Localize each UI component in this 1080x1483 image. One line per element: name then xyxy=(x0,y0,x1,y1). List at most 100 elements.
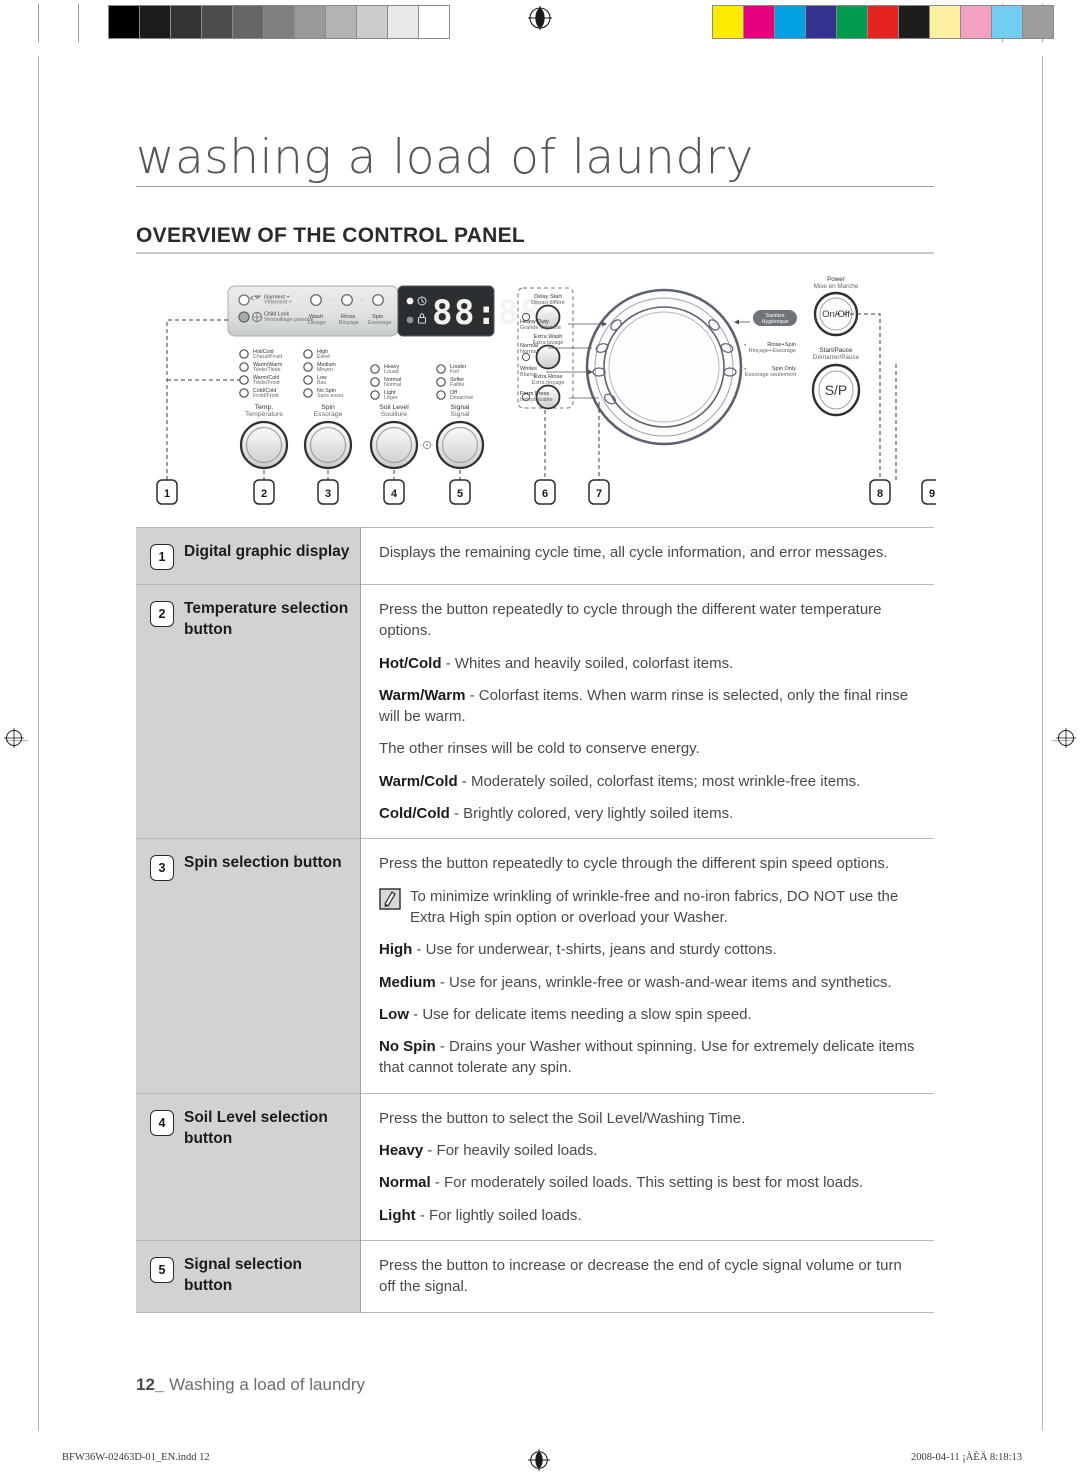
registration-target-left xyxy=(4,728,28,752)
svg-text:Soil Level: Soil Level xyxy=(379,404,409,411)
svg-text:Sans essor: Sans essor xyxy=(317,393,344,399)
callout-4: 4 xyxy=(383,479,405,505)
svg-text:Fort: Fort xyxy=(450,369,460,375)
svg-text:Signal: Signal xyxy=(451,411,470,418)
description-paragraph: Warm/Cold - Moderately soiled, colorfast… xyxy=(379,772,861,790)
svg-text:Léger: Léger xyxy=(384,395,398,401)
crop-line-left xyxy=(38,56,39,1431)
gray-swatch-3 xyxy=(202,6,233,38)
description-paragraph: Low - Use for delicate items needing a s… xyxy=(379,1005,752,1023)
registration-target-top xyxy=(528,6,552,30)
start-pause-button-group: Start/Pause Démarrer/Pause S/P xyxy=(811,347,861,417)
panel-top-strip: Garment + Vêtement + Child Lock Verrouil… xyxy=(227,285,399,337)
row-description-cell: Displays the remaining cycle time, all c… xyxy=(360,527,934,585)
color-swatch-10 xyxy=(1023,6,1053,38)
option-name: High xyxy=(379,941,413,959)
svg-text:Élevé: Élevé xyxy=(317,353,330,360)
svg-text:Start/Pause: Start/Pause xyxy=(820,347,853,354)
control-panel-description-table: 1 Digital graphic display Displays the rem… xyxy=(136,527,934,1313)
svg-text:Faible: Faible xyxy=(450,382,464,388)
gray-swatch-6 xyxy=(295,6,326,38)
row-number-badge: 4 xyxy=(150,1109,174,1136)
row-label-cell: 5 Signal selection button xyxy=(136,1240,361,1313)
registration-target-right xyxy=(1056,728,1080,752)
gray-swatch-7 xyxy=(326,6,357,38)
callout-9: 9 xyxy=(921,479,936,505)
color-swatch-9 xyxy=(992,6,1023,38)
gray-swatch-4 xyxy=(233,6,264,38)
description-paragraph: No Spin - Drains your Washer without spi… xyxy=(379,1038,915,1077)
callout-3: 3 xyxy=(317,479,339,505)
table-row: 1 Digital graphic display Displays the rem… xyxy=(136,527,934,585)
description-paragraph: Medium - Use for jeans, wrinkle-free or … xyxy=(379,973,892,991)
svg-text:Rinçage: Rinçage xyxy=(339,320,360,326)
svg-text:S/P: S/P xyxy=(825,382,848,398)
svg-text:Louad: Louad xyxy=(384,369,399,375)
color-swatch-3 xyxy=(806,6,837,38)
svg-text:8: 8 xyxy=(877,488,883,500)
row-label-text: Temperature selection button xyxy=(184,600,349,638)
row-label-cell: 1 Digital graphic display xyxy=(136,527,361,585)
title-divider xyxy=(136,186,934,187)
color-swatch-6 xyxy=(899,6,930,38)
signal-indicator-group: Louder Fort Softer Faible Off Désactivé … xyxy=(420,364,485,470)
callout-8: 8 xyxy=(869,479,891,505)
row-number-badge: 5 xyxy=(150,1256,174,1283)
svg-text:Lavage: Lavage xyxy=(308,320,326,326)
svg-text:Normal: Normal xyxy=(520,349,538,355)
table-row: 3 Spin selection button Press the button r… xyxy=(136,838,934,1094)
description-paragraph: Hot/Cold - Whites and heavily soiled, co… xyxy=(379,654,734,672)
soil-level-indicator-group: Heavy Louad Normal Normal Light Léger So… xyxy=(369,364,419,470)
color-swatch-8 xyxy=(961,6,992,38)
description-paragraph: Press the button to increase or decrease… xyxy=(379,1256,902,1296)
row-label-cell: 4 Soil Level selection button xyxy=(136,1093,361,1241)
crop-line-right xyxy=(1042,56,1043,1431)
svg-text:3: 3 xyxy=(325,488,331,500)
callout-numbers: 1 2 3 4 5 6 7 8 9 xyxy=(156,479,936,505)
note-pencil-icon xyxy=(379,887,401,910)
description-paragraph: Cold/Cold - Brightly colored, very light… xyxy=(379,805,734,823)
svg-text:Spin: Spin xyxy=(321,404,335,411)
note-text: To minimize wrinkling of wrinkle-free an… xyxy=(410,887,899,926)
description-paragraph: Press the button repeatedly to cycle thr… xyxy=(379,855,890,873)
row-number-badge: 2 xyxy=(150,601,174,627)
temperature-indicator-group: Hot/Cold Chaud/Froid Warm/Warm Tiède/Tiè… xyxy=(239,349,289,470)
table-row: 4 Soil Level selection button Press the bu… xyxy=(136,1093,934,1241)
row-label-cell: 3 Spin selection button xyxy=(136,838,361,1094)
svg-text:6: 6 xyxy=(542,488,548,500)
row-label-cell: 2 Temperature selection button xyxy=(136,584,361,839)
description-paragraph: Heavy - For heavily soiled loads. xyxy=(379,1142,598,1160)
description-paragraph: The other rinses will be cold to conserv… xyxy=(379,740,700,758)
svg-text:5: 5 xyxy=(457,488,463,500)
svg-text:··: ·· xyxy=(329,297,333,303)
description-paragraph: Displays the remaining cycle time, all c… xyxy=(379,544,888,561)
svg-text:Chaud/Froid: Chaud/Froid xyxy=(253,354,282,360)
svg-text:Démarrer/Pause: Démarrer/Pause xyxy=(813,354,860,361)
color-swatch-4 xyxy=(837,6,868,38)
description-paragraph: Light - For lightly soiled loads. xyxy=(379,1206,582,1224)
gray-swatch-1 xyxy=(140,6,171,38)
color-swatch-5 xyxy=(868,6,899,38)
table-row: 2 Temperature selection button Press the b… xyxy=(136,584,934,839)
svg-text:Temp.: Temp. xyxy=(255,404,274,411)
callout-2: 2 xyxy=(253,479,275,505)
gray-swatch-8 xyxy=(357,6,388,38)
svg-text:··: ·· xyxy=(360,297,364,303)
svg-text:*: * xyxy=(744,344,747,350)
row-description-cell: Press the button to select the Soil Leve… xyxy=(360,1093,934,1241)
svg-text:Température: Température xyxy=(245,411,283,418)
option-name: Medium xyxy=(379,973,436,991)
footer-page-number: 12_ xyxy=(136,1375,165,1394)
color-swatch-strip xyxy=(712,5,1054,39)
section-divider xyxy=(136,252,934,254)
row-label-text: Signal selection button xyxy=(184,1255,303,1294)
color-swatch-2 xyxy=(775,6,806,38)
svg-text:Blancs: Blancs xyxy=(520,372,537,378)
svg-text:Essorage seulement: Essorage seulement xyxy=(745,372,796,378)
chapter-title: washing a load of laundry xyxy=(136,130,754,185)
description-paragraph: Normal - For moderately soiled loads. Th… xyxy=(379,1174,864,1192)
note-block: To minimize wrinkling of wrinkle-free an… xyxy=(379,886,920,929)
svg-text:Essorage: Essorage xyxy=(368,320,392,326)
callout-1: 1 xyxy=(156,479,178,505)
option-name: Heavy xyxy=(379,1142,424,1160)
